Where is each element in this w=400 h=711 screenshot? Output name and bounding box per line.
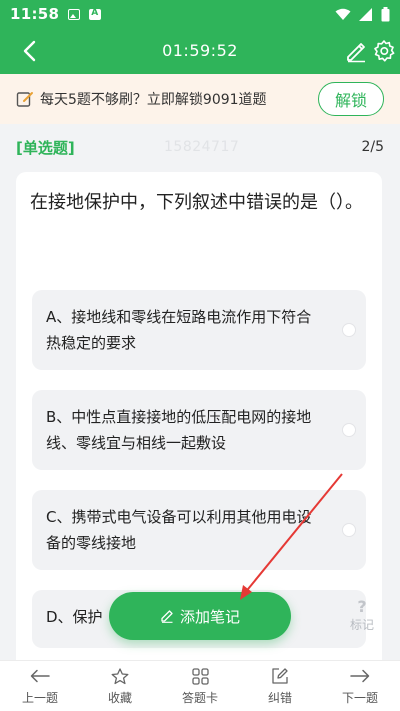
nav-label: 下一题 xyxy=(341,691,378,705)
question-type: [单选题] xyxy=(16,139,75,157)
nav-report-error[interactable]: 纠错 xyxy=(240,661,320,711)
add-note-label: 添加笔记 xyxy=(179,607,240,626)
battery-icon xyxy=(381,6,390,21)
option-label: C、携带式电气设备可以利用其他用电设备的零线接地 xyxy=(46,508,312,552)
radio-icon[interactable] xyxy=(342,323,356,337)
edit-note-icon xyxy=(16,92,33,107)
pen-icon xyxy=(161,610,173,623)
wifi-icon xyxy=(335,8,351,20)
option-label: D、保护 xyxy=(46,608,103,626)
watermark-id: 15824717 xyxy=(164,139,240,155)
edit-button[interactable] xyxy=(344,39,368,63)
question-meta: [单选题] 15824717 2/5 xyxy=(0,134,400,162)
top-bar: 01:59:52 xyxy=(0,28,400,74)
mark-label: 标记 xyxy=(349,618,374,632)
option-c[interactable]: C、携带式电气设备可以利用其他用电设备的零线接地 xyxy=(32,490,366,570)
star-icon xyxy=(111,667,129,684)
chevron-left-icon xyxy=(23,40,36,62)
option-label: B、中性点直接接地的低压配电网的接地线、零线宜与相线一起敷设 xyxy=(46,408,312,452)
signal-icon xyxy=(359,7,372,21)
promo-text: 每天5题不够刷？立即解锁9091道题 xyxy=(40,92,267,108)
nav-label: 答题卡 xyxy=(181,691,218,705)
nav-prev-question[interactable]: 上一题 xyxy=(0,661,80,711)
pencil-icon xyxy=(347,43,365,63)
status-bar: 11:58 xyxy=(0,0,400,28)
nav-answer-card[interactable]: 答题卡 xyxy=(160,661,240,711)
grid-icon xyxy=(191,667,209,685)
arrow-left-icon xyxy=(30,669,50,683)
radio-icon[interactable] xyxy=(342,423,356,437)
app-notification-icon xyxy=(89,8,102,20)
question-mark-icon: ? xyxy=(357,597,367,616)
status-time: 11:58 xyxy=(10,5,60,23)
option-label: A、接地线和零线在短路电流作用下符合热稳定的要求 xyxy=(46,308,312,352)
settings-button[interactable] xyxy=(372,39,396,63)
nav-label: 上一题 xyxy=(21,691,58,705)
promo-banner: 每天5题不够刷？立即解锁9091道题 解锁 xyxy=(0,74,400,124)
question-text: 在接地保护中，下列叙述中错误的是（）。 xyxy=(30,192,363,213)
gear-icon xyxy=(374,40,395,62)
edit-square-icon xyxy=(272,668,288,684)
nav-label: 纠错 xyxy=(267,691,292,705)
option-b[interactable]: B、中性点直接接地的低压配电网的接地线、零线宜与相线一起敷设 xyxy=(32,390,366,470)
nav-next-question[interactable]: 下一题 xyxy=(320,661,400,711)
radio-icon[interactable] xyxy=(342,523,356,537)
bottom-nav: 上一题 收藏 答题卡 纠错 下一题 xyxy=(0,660,400,711)
nav-favorite[interactable]: 收藏 xyxy=(80,661,160,711)
unlock-button[interactable]: 解锁 xyxy=(318,82,384,116)
option-a[interactable]: A、接地线和零线在短路电流作用下符合热稳定的要求 xyxy=(32,290,366,370)
image-notification-icon xyxy=(68,8,81,20)
back-button[interactable] xyxy=(14,36,44,66)
arrow-right-icon xyxy=(350,669,370,683)
mark-button[interactable]: ? 标记 xyxy=(338,590,386,640)
nav-label: 收藏 xyxy=(107,691,132,705)
question-progress: 2/5 xyxy=(361,139,384,155)
exam-timer: 01:59:52 xyxy=(162,41,238,60)
add-note-button[interactable]: 添加笔记 xyxy=(109,592,291,640)
